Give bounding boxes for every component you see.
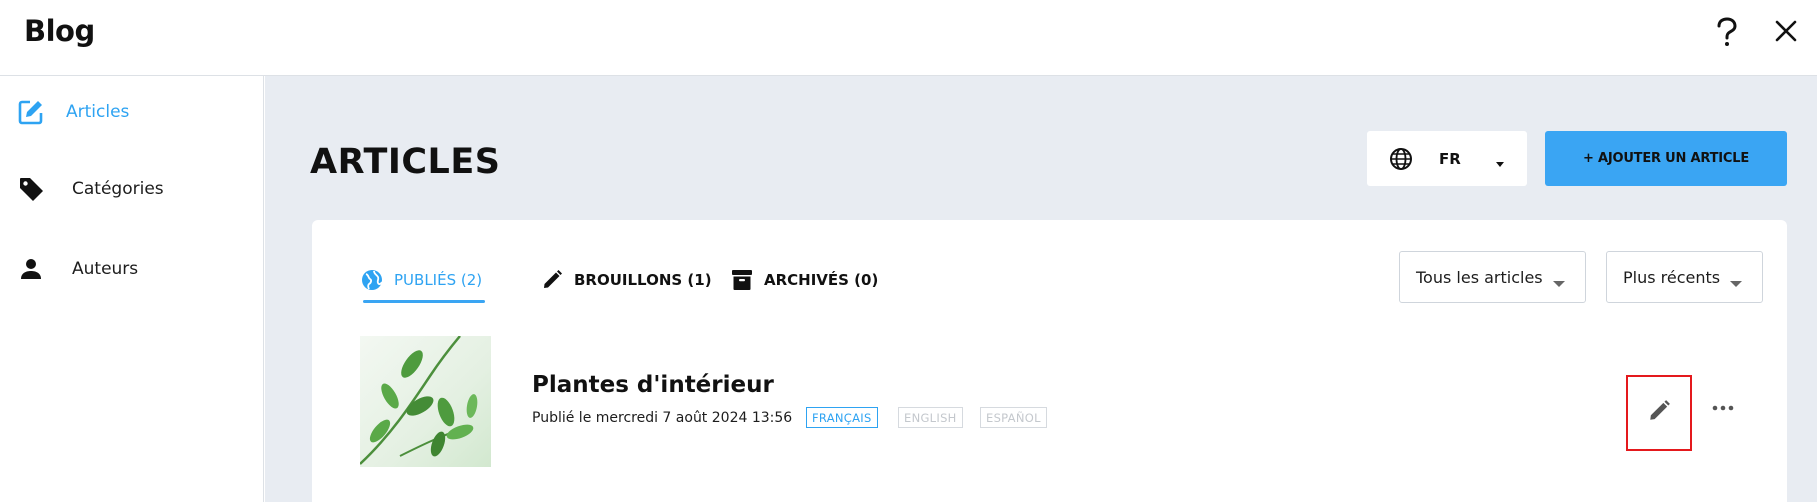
- articles-card: PUBLIÉS (2) BROUILLONS (1) ARCHIVÉS (0): [312, 220, 1787, 502]
- article-date: Publié le mercredi 7 août 2024 13:56: [532, 410, 793, 426]
- globe-icon: [1389, 147, 1413, 171]
- tab-archived[interactable]: ARCHIVÉS (0): [730, 260, 878, 300]
- language-badge-es: ESPAÑOL: [980, 407, 1047, 428]
- sidebar-item-label: Catégories: [72, 179, 164, 199]
- language-badge-fr: FRANÇAIS: [806, 407, 878, 428]
- tab-published[interactable]: PUBLIÉS (2): [360, 260, 482, 300]
- article-title[interactable]: Plantes d'intérieur: [532, 372, 774, 398]
- sidebar-item-authors[interactable]: Auteurs: [0, 247, 264, 291]
- sidebar-item-categories[interactable]: Catégories: [0, 167, 264, 211]
- caret-down-icon: [1495, 154, 1505, 167]
- close-icon[interactable]: [1768, 13, 1804, 49]
- main-content: ARTICLES FR + AJOUTER UN ARTICLE PUBLIÉS…: [265, 76, 1817, 502]
- question-mark-icon[interactable]: [1712, 10, 1742, 54]
- tag-icon: [14, 174, 48, 204]
- language-code: FR: [1439, 149, 1461, 168]
- article-row[interactable]: Plantes d'intérieur Publié le mercredi 7…: [312, 328, 1787, 468]
- archive-box-icon: [730, 268, 754, 292]
- add-article-button[interactable]: + AJOUTER UN ARTICLE: [1545, 131, 1787, 186]
- sidebar-item-label: Auteurs: [72, 259, 139, 279]
- edit-article-button[interactable]: [1626, 375, 1692, 451]
- filter-label: Tous les articles: [1416, 267, 1543, 287]
- person-icon: [14, 254, 48, 284]
- caret-down-icon: [1552, 273, 1565, 287]
- type-filter-select[interactable]: Tous les articles: [1399, 251, 1586, 303]
- sidebar-item-articles[interactable]: Articles: [0, 90, 264, 134]
- language-badge-en: ENGLISH: [898, 407, 963, 428]
- sidebar: Articles Catégories Auteurs: [0, 76, 264, 502]
- page-title: ARTICLES: [310, 142, 501, 182]
- pencil-icon: [540, 268, 564, 292]
- more-options-button[interactable]: [1706, 388, 1740, 422]
- app-header: Blog: [0, 0, 1817, 76]
- caret-down-icon: [1730, 273, 1743, 287]
- app-title: Blog: [24, 14, 95, 48]
- more-horizontal-icon: [1712, 396, 1734, 415]
- pencil-icon: [1647, 399, 1671, 427]
- tab-label: PUBLIÉS (2): [394, 271, 483, 289]
- tab-drafts[interactable]: BROUILLONS (1): [540, 260, 712, 300]
- language-select[interactable]: FR: [1367, 131, 1527, 186]
- edit-square-icon: [14, 97, 48, 127]
- article-thumbnail: [360, 336, 491, 467]
- tab-label: ARCHIVÉS (0): [764, 271, 879, 289]
- active-tab-indicator: [363, 300, 485, 303]
- sort-label: Plus récents: [1623, 267, 1721, 287]
- globe-icon: [360, 268, 384, 292]
- tab-label: BROUILLONS (1): [574, 271, 712, 289]
- sort-select[interactable]: Plus récents: [1606, 251, 1763, 303]
- sidebar-item-label: Articles: [66, 102, 130, 122]
